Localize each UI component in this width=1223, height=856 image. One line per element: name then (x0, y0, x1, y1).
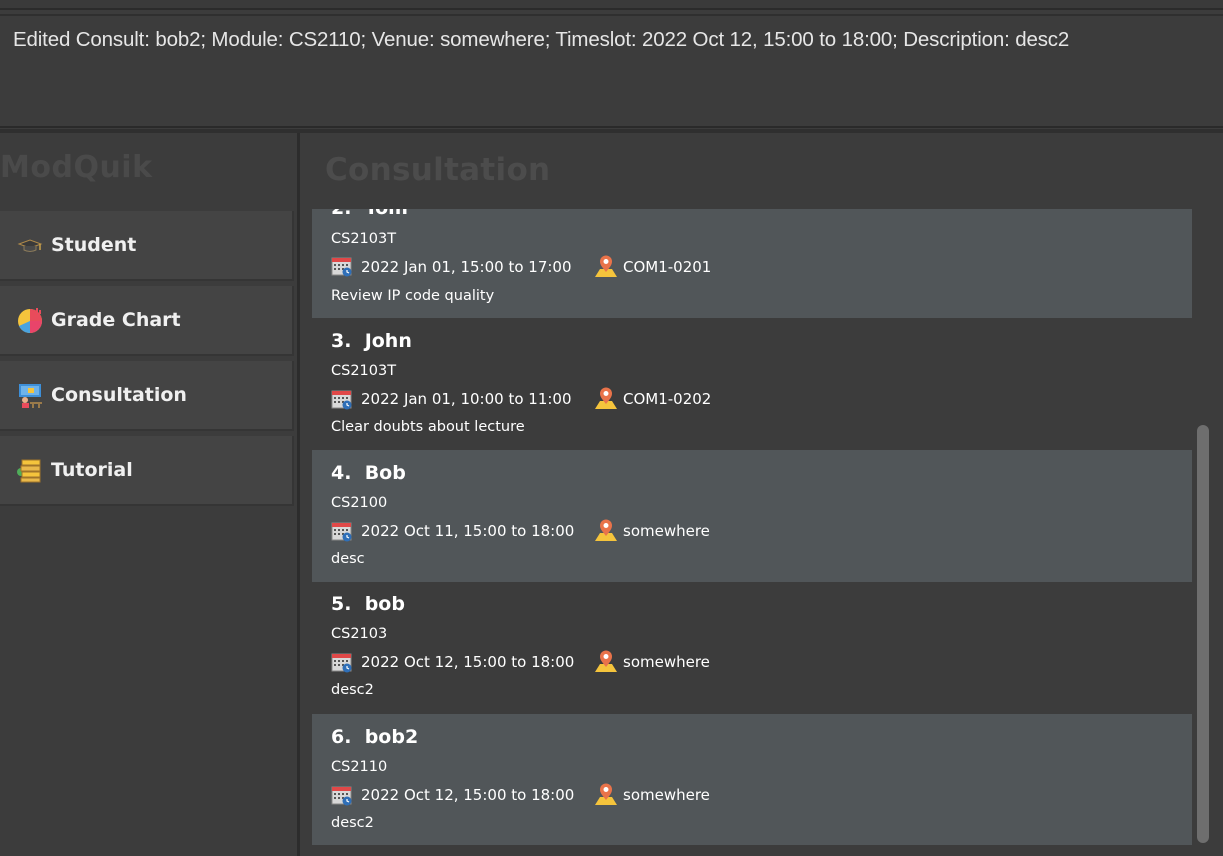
consult-module: CS2110 (331, 759, 388, 775)
consult-name: 4. Bob (331, 462, 406, 484)
consult-name: 6. bob2 (331, 726, 419, 748)
sidebar-item-grade-chart[interactable]: Grade Chart (0, 286, 294, 356)
consult-timeslot: 2022 Oct 12, 15:00 to 18:00 (361, 653, 575, 671)
list-item[interactable]: 5. bob CS2103 2022 Oct 12, 15:00 to 18:0… (312, 582, 1192, 714)
location-pin-icon (593, 648, 619, 674)
graduation-cap-icon (16, 231, 44, 259)
sidebar-item-tutorial[interactable]: Tutorial (0, 436, 294, 506)
consult-name: 2. Tom (331, 209, 408, 219)
sidebar-item-label: Consultation (51, 384, 187, 406)
sidebar-item-label: Grade Chart (51, 309, 181, 331)
sidebar-item-consultation[interactable]: Consultation (0, 361, 294, 431)
page-title: Consultation (325, 152, 551, 188)
consult-timeslot: 2022 Oct 11, 15:00 to 18:00 (361, 522, 575, 540)
list-item[interactable]: 6. bob2 CS2110 2022 Oct 12, 15:00 to 18:… (312, 714, 1192, 845)
consult-name: 3. John (331, 330, 412, 352)
consult-venue: somewhere (623, 786, 710, 804)
calendar-icon (331, 255, 353, 277)
consult-venue: somewhere (623, 653, 710, 671)
presentation-board-icon (16, 381, 44, 409)
calendar-icon (331, 388, 353, 410)
consult-module: CS2100 (331, 495, 388, 511)
consult-venue: somewhere (623, 522, 710, 540)
result-message: Edited Consult: bob2; Module: CS2110; Ve… (13, 28, 1070, 51)
location-pin-icon (593, 385, 619, 411)
pie-chart-icon (16, 306, 44, 334)
consult-timeslot: 2022 Jan 01, 10:00 to 11:00 (361, 390, 572, 408)
consult-module: CS2103 (331, 626, 388, 642)
location-pin-icon (593, 517, 619, 543)
calendar-icon (331, 520, 353, 542)
calendar-icon (331, 784, 353, 806)
list-item[interactable]: 2. Tom CS2103T 2022 Jan 01, 15:00 to 17:… (312, 209, 1192, 318)
sidebar-item-label: Student (51, 234, 137, 256)
consult-module: CS2103T (331, 363, 397, 379)
consult-description: desc2 (331, 682, 374, 698)
list-item[interactable]: 4. Bob CS2100 2022 Oct 11, 15:00 to 18:0… (312, 450, 1192, 582)
consult-name: 5. bob (331, 593, 405, 615)
result-display: Edited Consult: bob2; Module: CS2110; Ve… (0, 14, 1223, 128)
consult-venue: COM1-0202 (623, 390, 712, 408)
sidebar-item-label: Tutorial (51, 459, 133, 481)
calendar-icon (331, 651, 353, 673)
consult-description: desc2 (331, 815, 374, 831)
location-pin-icon (593, 781, 619, 807)
sidebar-item-student[interactable]: Student (0, 211, 294, 281)
window-top-strip (0, 0, 1223, 8)
consult-module: CS2103T (331, 231, 397, 247)
consultation-list[interactable]: 2. Tom CS2103T 2022 Jan 01, 15:00 to 17:… (312, 209, 1192, 845)
consult-timeslot: 2022 Jan 01, 15:00 to 17:00 (361, 258, 572, 276)
command-box-border (0, 8, 1223, 10)
consult-timeslot: 2022 Oct 12, 15:00 to 18:00 (361, 786, 575, 804)
sidebar-divider[interactable] (297, 133, 300, 856)
consult-description: desc (331, 551, 365, 567)
consult-venue: COM1-0201 (623, 258, 712, 276)
app-title: ModQuik (0, 150, 153, 185)
scrollbar-thumb[interactable] (1197, 425, 1209, 843)
location-pin-icon (593, 253, 619, 279)
consult-description: Clear doubts about lecture (331, 419, 525, 435)
books-icon (16, 456, 44, 484)
consult-description: Review IP code quality (331, 288, 495, 304)
list-item[interactable]: 3. John CS2103T 2022 Jan 01, 10:00 to 11… (312, 318, 1192, 450)
